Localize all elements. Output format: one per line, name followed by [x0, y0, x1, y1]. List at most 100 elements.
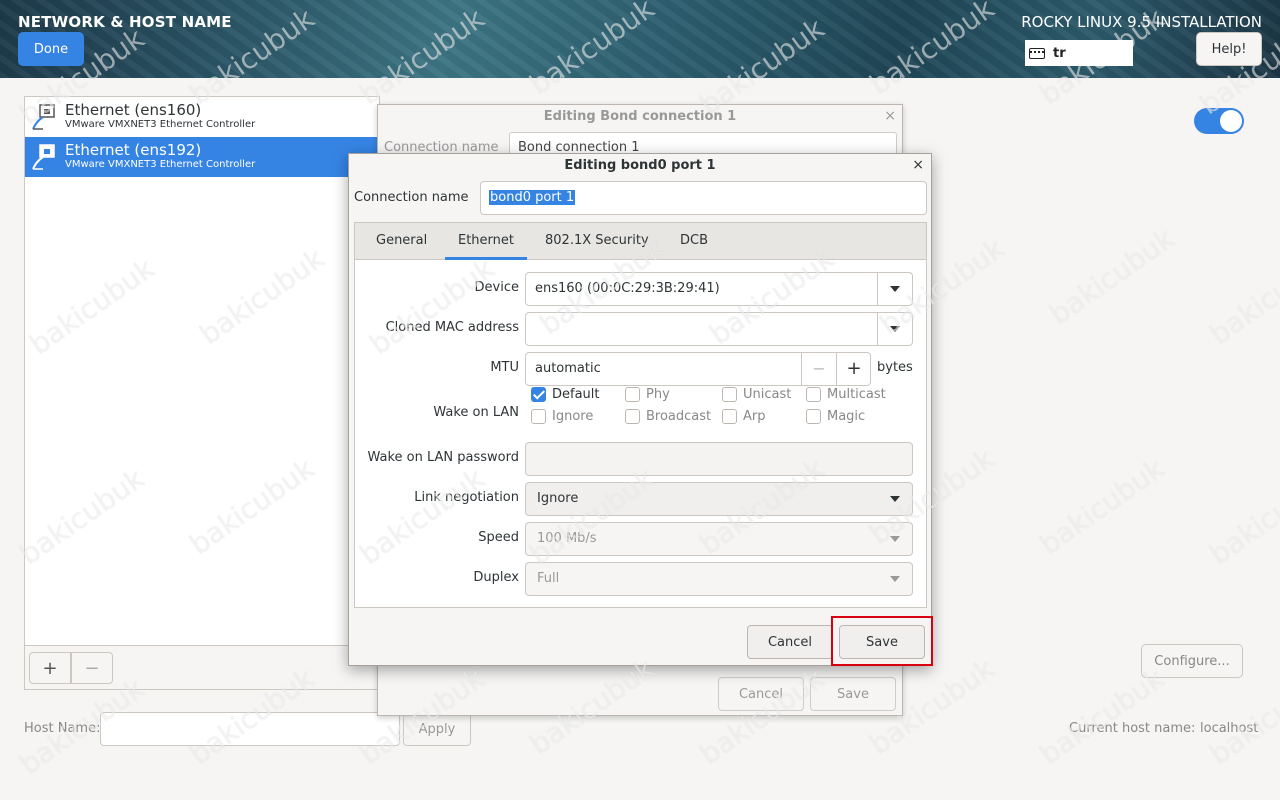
wol-option-label: Arp: [743, 409, 766, 424]
keyboard-icon: [1029, 47, 1045, 59]
tab-ethernet[interactable]: Ethernet: [445, 223, 527, 260]
duplex-select: Full: [525, 562, 913, 596]
link-negotiation-label: Link negotiation: [414, 490, 519, 505]
wol-password-input[interactable]: [525, 442, 913, 476]
checkbox-icon: [531, 387, 546, 402]
checkbox-icon: [531, 409, 546, 424]
close-icon[interactable]: ×: [912, 157, 924, 173]
wol-option-label: Default: [552, 387, 600, 402]
wol-option-label: Unicast: [743, 387, 792, 402]
current-hostname-value: localhost: [1200, 721, 1259, 736]
watermark-text: bakicubuk: [1033, 451, 1171, 562]
duplex-value: Full: [537, 571, 560, 586]
wol-option-label: Phy: [646, 387, 670, 402]
wol-ignore-checkbox[interactable]: Ignore: [531, 409, 593, 424]
connection-name-label: Connection name: [354, 190, 469, 205]
duplex-label: Duplex: [473, 570, 519, 585]
hostname-label: Host Name:: [24, 721, 101, 736]
apply-hostname-button[interactable]: Apply: [403, 712, 471, 746]
wol-option-label: Ignore: [552, 409, 594, 424]
device-list-toolbar: + −: [25, 645, 379, 689]
save-button[interactable]: Save: [839, 625, 925, 659]
mtu-label: MTU: [490, 360, 519, 375]
bond-save-button[interactable]: Save: [810, 677, 896, 711]
bond-cancel-button[interactable]: Cancel: [718, 677, 804, 711]
speed-select: 100 Mb/s: [525, 522, 913, 556]
link-negotiation-select[interactable]: Ignore: [525, 482, 913, 516]
mtu-unit-label: bytes: [877, 360, 913, 375]
chevron-down-icon: [890, 536, 900, 542]
watermark-text: bakicubuk: [1043, 221, 1181, 332]
wol-magic-checkbox[interactable]: Magic: [806, 409, 865, 424]
device-description: VMware VMXNET3 Ethernet Controller: [65, 159, 256, 170]
device-item-ens192[interactable]: Ethernet (ens192) VMware VMXNET3 Etherne…: [25, 137, 379, 177]
chevron-down-icon: [890, 576, 900, 582]
wol-phy-checkbox[interactable]: Phy: [625, 387, 670, 402]
keyboard-layout-label: tr: [1053, 45, 1066, 61]
connection-name-value: bond0 port 1: [489, 190, 576, 205]
tab-general[interactable]: General: [363, 223, 440, 260]
mtu-spinbutton[interactable]: automatic − +: [525, 352, 871, 386]
remove-device-button[interactable]: −: [71, 652, 113, 684]
device-item-ens160[interactable]: Ethernet (ens160) VMware VMXNET3 Etherne…: [25, 97, 379, 137]
wol-option-label: Magic: [827, 409, 866, 424]
device-dropdown[interactable]: ens160 (00:0C:29:3B:29:41): [525, 272, 913, 306]
device-description: VMware VMXNET3 Ethernet Controller: [65, 119, 256, 130]
close-icon[interactable]: ×: [884, 108, 896, 124]
device-label: Device: [474, 280, 519, 295]
ethernet-icon: [32, 144, 55, 170]
checkbox-icon: [806, 387, 821, 402]
device-value: ens160 (00:0C:29:3B:29:41): [535, 281, 720, 296]
cloned-mac-label: Cloned MAC address: [385, 320, 519, 335]
add-device-button[interactable]: +: [29, 652, 71, 684]
header-banner: [0, 0, 1280, 78]
chevron-down-icon: [890, 326, 900, 332]
port-connection-dialog: Editing bond0 port 1 × Connection name b…: [348, 153, 932, 666]
chevron-down-icon: [890, 286, 900, 292]
mtu-value: automatic: [535, 361, 601, 376]
port-dialog-title: Editing bond0 port 1: [564, 158, 716, 173]
cancel-button[interactable]: Cancel: [747, 625, 833, 659]
settings-notebook: General Ethernet 802.1X Security DCB Dev…: [354, 222, 927, 608]
cloned-mac-combo[interactable]: [525, 312, 913, 346]
tab-802-1x-security[interactable]: 802.1X Security: [532, 223, 662, 260]
mtu-decrement-button[interactable]: −: [801, 353, 836, 385]
connection-name-input[interactable]: bond0 port 1: [480, 181, 927, 215]
configure-button[interactable]: Configure...: [1141, 644, 1243, 678]
installer-title: ROCKY LINUX 9.5 INSTALLATION: [1021, 13, 1262, 31]
wol-option-label: Broadcast: [646, 409, 712, 424]
cloned-mac-dropdown-button[interactable]: [877, 313, 912, 345]
tab-dcb[interactable]: DCB: [667, 223, 721, 260]
keyboard-layout-indicator[interactable]: tr: [1025, 40, 1133, 66]
watermark-text: bakicubuk: [1033, 661, 1171, 772]
device-dropdown-button[interactable]: [877, 273, 912, 305]
mtu-increment-button[interactable]: +: [836, 353, 871, 385]
wol-broadcast-checkbox[interactable]: Broadcast: [625, 409, 711, 424]
speed-value: 100 Mb/s: [537, 531, 597, 546]
ethernet-icon: [32, 104, 55, 130]
wol-arp-checkbox[interactable]: Arp: [722, 409, 766, 424]
device-name: Ethernet (ens192): [65, 141, 202, 159]
checkbox-icon: [806, 409, 821, 424]
watermark-text: bakicubuk: [1203, 241, 1280, 352]
device-name: Ethernet (ens160): [65, 101, 202, 119]
hostname-input[interactable]: [100, 712, 400, 746]
wol-unicast-checkbox[interactable]: Unicast: [722, 387, 791, 402]
checkbox-icon: [625, 409, 640, 424]
link-negotiation-value: Ignore: [537, 491, 579, 506]
current-hostname-label: Current host name:: [1069, 721, 1196, 736]
checkbox-icon: [722, 387, 737, 402]
done-button[interactable]: Done: [18, 32, 84, 66]
wake-on-lan-label: Wake on LAN: [433, 405, 519, 420]
wol-multicast-checkbox[interactable]: Multicast: [806, 387, 886, 402]
bond-dialog-title: Editing Bond connection 1: [543, 109, 737, 124]
page-title: NETWORK & HOST NAME: [18, 13, 232, 31]
wol-default-checkbox[interactable]: Default: [531, 387, 600, 402]
checkbox-icon: [722, 409, 737, 424]
checkbox-icon: [625, 387, 640, 402]
help-button[interactable]: Help!: [1196, 32, 1262, 66]
ethernet-toggle-switch[interactable]: [1194, 108, 1244, 134]
device-list: Ethernet (ens160) VMware VMXNET3 Etherne…: [24, 96, 380, 690]
speed-label: Speed: [478, 530, 519, 545]
chevron-down-icon: [890, 496, 900, 502]
